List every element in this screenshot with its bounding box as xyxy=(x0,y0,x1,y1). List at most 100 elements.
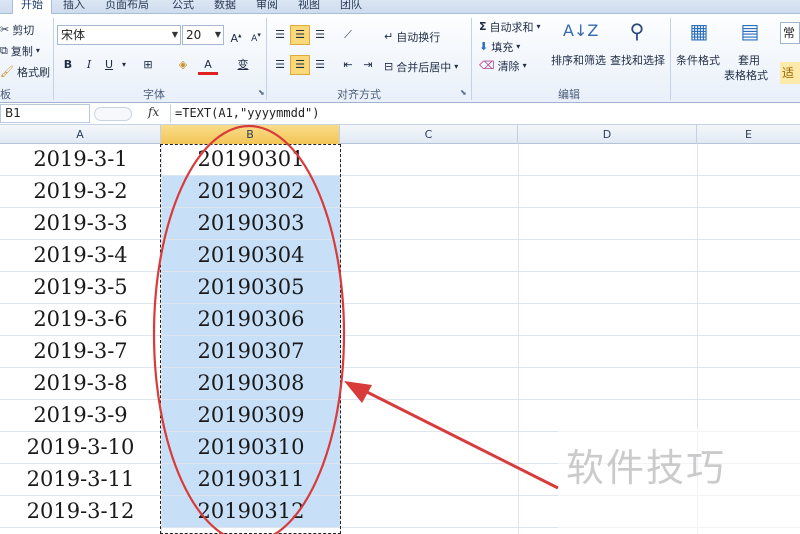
cell-b8[interactable]: 20190308 xyxy=(162,368,340,399)
clear-button[interactable]: ⌫ 清除 ▾ xyxy=(479,58,527,74)
cell-a1[interactable]: 2019-3-1 xyxy=(0,144,161,175)
wrap-text-button[interactable]: ↵ 自动换行 xyxy=(384,29,440,45)
tab-data[interactable]: 数据 xyxy=(214,0,236,14)
alignment-dialog-launcher-icon[interactable]: ⬊ xyxy=(460,88,467,97)
italic-button[interactable]: I xyxy=(79,55,99,75)
cell-b3[interactable]: 20190303 xyxy=(162,208,340,239)
fill-color-button[interactable]: ◈ xyxy=(173,55,193,75)
format-as-table-button-line2[interactable]: 表格格式 xyxy=(724,67,768,83)
cell-a2[interactable]: 2019-3-2 xyxy=(0,176,161,207)
align-top-button[interactable]: ☰ xyxy=(270,25,290,45)
format-as-table-icon[interactable]: ▤ xyxy=(735,18,765,44)
tab-page-layout[interactable]: 页面布局 xyxy=(105,0,149,14)
orientation-button[interactable]: ⟋ xyxy=(338,25,358,45)
chevron-down-icon[interactable]: ▾ xyxy=(114,55,134,75)
tab-home[interactable]: 开始 xyxy=(12,0,52,14)
align-bottom-icon: ☰ xyxy=(315,28,325,41)
tab-view[interactable]: 视图 xyxy=(298,0,320,14)
tab-formulas[interactable]: 公式 xyxy=(172,0,194,14)
tab-review[interactable]: 审阅 xyxy=(256,0,278,14)
conditional-format-icon[interactable]: ▦ xyxy=(684,18,714,44)
decrease-indent-button[interactable]: ⇤ xyxy=(338,55,358,75)
formula-input[interactable]: =TEXT(A1,"yyyymmdd") xyxy=(170,104,800,123)
column-header-row: A B C D E xyxy=(0,125,800,144)
cell-a10[interactable]: 2019-3-10 xyxy=(0,432,161,463)
cell-b10[interactable]: 20190310 xyxy=(162,432,340,463)
ribbon-tab-bar: 开始 插入 页面布局 公式 数据 审阅 视图 团队 xyxy=(0,0,800,14)
align-right-icon: ☰ xyxy=(315,58,325,71)
group-label-alignment: 对齐方式 xyxy=(337,88,381,101)
format-as-table-button[interactable]: 套用 xyxy=(738,52,760,68)
cell-b4[interactable]: 20190304 xyxy=(162,240,340,271)
bold-button[interactable]: B xyxy=(58,55,78,75)
style-normal-swatch[interactable]: 常 xyxy=(780,22,800,44)
formula-bar: B1 fx =TEXT(A1,"yyyymmdd") xyxy=(0,103,800,125)
cell-b6[interactable]: 20190306 xyxy=(162,304,340,335)
column-header-d[interactable]: D xyxy=(518,125,697,144)
align-center-button[interactable]: ☰ xyxy=(290,55,310,75)
cell-a3[interactable]: 2019-3-3 xyxy=(0,208,161,239)
cell-a7[interactable]: 2019-3-7 xyxy=(0,336,161,367)
cell-a5[interactable]: 2019-3-5 xyxy=(0,272,161,303)
tab-team[interactable]: 团队 xyxy=(340,0,362,14)
scissors-icon: ✂ xyxy=(0,23,10,36)
borders-button[interactable]: ⊞ xyxy=(138,55,158,75)
insert-function-button[interactable]: fx xyxy=(148,105,159,119)
column-header-e[interactable]: E xyxy=(697,125,800,144)
font-size-combo[interactable]: 20 ▼ xyxy=(182,25,224,45)
sort-filter-icon[interactable]: A↓Z xyxy=(563,18,598,44)
name-box[interactable]: B1 xyxy=(0,104,90,123)
cell-b12[interactable]: 20190312 xyxy=(162,496,340,527)
chevron-down-icon: ▼ xyxy=(171,30,178,39)
cell-b7[interactable]: 20190307 xyxy=(162,336,340,367)
align-left-icon: ☰ xyxy=(275,58,285,71)
style-neutral-swatch[interactable]: 适 xyxy=(780,62,800,84)
cell-a8[interactable]: 2019-3-8 xyxy=(0,368,161,399)
font-dialog-launcher-icon[interactable]: ⬊ xyxy=(258,88,265,97)
align-right-button[interactable]: ☰ xyxy=(310,55,330,75)
column-header-a[interactable]: A xyxy=(0,125,161,144)
cell-a4[interactable]: 2019-3-4 xyxy=(0,240,161,271)
merge-center-button[interactable]: ⊟ 合并后居中 ▾ xyxy=(384,59,458,75)
formula-bar-splitter[interactable] xyxy=(94,107,132,121)
align-bottom-button[interactable]: ☰ xyxy=(310,25,330,45)
cell-b5[interactable]: 20190305 xyxy=(162,272,340,303)
conditional-format-button[interactable]: 条件格式 xyxy=(676,52,720,68)
group-label-clipboard: 板 xyxy=(0,88,11,101)
copy-button[interactable]: ⧉ 复制 ▾ xyxy=(0,43,40,59)
autosum-button[interactable]: Σ 自动求和 ▾ xyxy=(479,19,541,35)
sort-filter-button[interactable]: 排序和筛选 xyxy=(551,52,606,68)
cell-a9[interactable]: 2019-3-9 xyxy=(0,400,161,431)
cell-b9[interactable]: 20190309 xyxy=(162,400,340,431)
increase-indent-button[interactable]: ⇥ xyxy=(358,55,378,75)
align-center-icon: ☰ xyxy=(295,58,305,71)
font-name-combo[interactable]: 宋体 ▼ xyxy=(57,25,181,45)
format-painter-button[interactable]: 🖌 格式刷 xyxy=(0,64,50,80)
indent-increase-icon: ⇥ xyxy=(363,58,373,71)
cut-button[interactable]: ✂ 剪切 xyxy=(0,22,34,38)
fill-down-icon: ⬇ xyxy=(479,40,489,53)
cell-b2[interactable]: 20190302 xyxy=(162,176,340,207)
column-header-c[interactable]: C xyxy=(340,125,518,144)
cell-b11[interactable]: 20190311 xyxy=(162,464,340,495)
font-color-button[interactable]: A xyxy=(198,55,218,75)
cell-b1[interactable]: 20190301 xyxy=(162,144,340,175)
cell-a11[interactable]: 2019-3-11 xyxy=(0,464,161,495)
binoculars-icon[interactable]: ⚲ xyxy=(622,18,652,44)
grow-font-button[interactable]: A▴ xyxy=(226,25,246,45)
divider xyxy=(670,18,671,100)
shrink-font-button[interactable]: A▾ xyxy=(246,25,266,45)
borders-icon: ⊞ xyxy=(143,58,153,71)
divider xyxy=(471,18,472,100)
align-middle-button[interactable]: ☰ xyxy=(290,25,310,45)
find-select-button[interactable]: 查找和选择 xyxy=(610,52,665,68)
tab-insert[interactable]: 插入 xyxy=(63,0,85,14)
group-label-font: 字体 xyxy=(143,88,165,101)
phonetic-button[interactable]: 变 xyxy=(233,55,253,75)
column-header-b[interactable]: B xyxy=(161,125,340,144)
fill-button[interactable]: ⬇ 填充 ▾ xyxy=(479,39,520,55)
cell-a12[interactable]: 2019-3-12 xyxy=(0,496,161,527)
shrink-font-icon: A▾ xyxy=(251,31,261,44)
align-left-button[interactable]: ☰ xyxy=(270,55,290,75)
cell-a6[interactable]: 2019-3-6 xyxy=(0,304,161,335)
